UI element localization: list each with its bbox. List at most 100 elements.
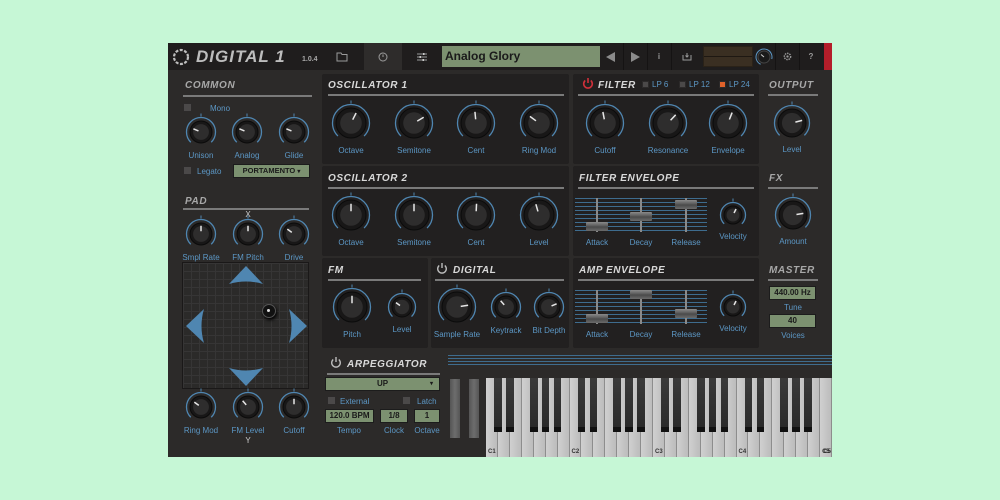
black-key[interactable] bbox=[744, 378, 753, 432]
history-button[interactable] bbox=[364, 43, 402, 70]
digital-power-icon[interactable] bbox=[436, 262, 448, 274]
black-key[interactable] bbox=[661, 378, 669, 432]
filter-mode-lp-24-checkbox[interactable] bbox=[719, 81, 726, 88]
amp-env-attack-slider[interactable] bbox=[586, 314, 608, 324]
pad-ring-mod-knob[interactable] bbox=[185, 388, 217, 423]
glide-mode-dropdown[interactable]: PORTAMENTO ▾ bbox=[233, 164, 310, 178]
osc2-cent-knob[interactable] bbox=[456, 192, 496, 235]
pad-drive-knob[interactable] bbox=[278, 215, 310, 250]
save-button[interactable] bbox=[672, 43, 702, 70]
info-button[interactable]: i bbox=[648, 43, 670, 70]
black-key[interactable] bbox=[553, 378, 562, 432]
output-level-knob[interactable] bbox=[773, 101, 811, 142]
osc1-octave-knob[interactable] bbox=[331, 100, 371, 143]
filter-env-velocity-knob[interactable] bbox=[719, 198, 747, 229]
filter-mode-lp-12-checkbox[interactable] bbox=[679, 81, 686, 88]
pitch-wheel[interactable] bbox=[450, 379, 460, 438]
black-key[interactable] bbox=[637, 378, 645, 432]
mono-label: Mono bbox=[210, 104, 231, 113]
digital-keytrack-knob[interactable] bbox=[490, 288, 522, 323]
close-tab[interactable] bbox=[824, 43, 832, 70]
filter-power-icon[interactable] bbox=[582, 77, 594, 89]
filter-envelope-knob[interactable] bbox=[708, 100, 748, 143]
black-key[interactable] bbox=[780, 378, 789, 432]
next-preset-button[interactable] bbox=[624, 43, 646, 70]
fm-pitch-knob[interactable] bbox=[332, 284, 372, 327]
filter-cutoff-knob[interactable] bbox=[585, 100, 625, 143]
osc1-semitone-knob[interactable] bbox=[394, 100, 434, 143]
amp-env-velocity-knob[interactable] bbox=[719, 290, 747, 321]
black-key[interactable] bbox=[494, 378, 502, 432]
mono-checkbox[interactable] bbox=[183, 103, 192, 112]
filter-env-release-slider[interactable] bbox=[675, 199, 697, 209]
amp-env-release-slider[interactable] bbox=[675, 308, 697, 318]
arp-power-icon[interactable] bbox=[330, 356, 342, 368]
filter-env-title: FILTER ENVELOPE bbox=[579, 173, 680, 184]
gear-button[interactable] bbox=[776, 43, 798, 70]
black-key[interactable] bbox=[625, 378, 633, 432]
external-checkbox[interactable] bbox=[327, 396, 336, 405]
fm-level-knob[interactable] bbox=[387, 289, 417, 322]
osc2-semitone-knob[interactable] bbox=[394, 192, 434, 235]
octave-field[interactable]: 1 bbox=[414, 409, 440, 423]
black-key[interactable] bbox=[529, 378, 538, 432]
fx-amount-knob[interactable] bbox=[774, 193, 812, 234]
amp-env-decay-label: Decay bbox=[629, 330, 653, 339]
osc1-ring-mod-knob[interactable] bbox=[519, 100, 559, 143]
digital-sample-rate-knob[interactable] bbox=[437, 284, 477, 327]
digital-bit-depth-knob[interactable] bbox=[533, 288, 565, 323]
black-key[interactable] bbox=[720, 378, 729, 432]
osc2-octave-knob[interactable] bbox=[331, 192, 371, 235]
latch-checkbox[interactable] bbox=[402, 396, 411, 405]
clock-field[interactable]: 1/8 bbox=[380, 409, 408, 423]
osc1-cent-knob[interactable] bbox=[456, 100, 496, 143]
common-analog-knob[interactable] bbox=[231, 113, 263, 148]
settings-sliders-button[interactable] bbox=[404, 43, 440, 70]
help-button[interactable]: ? bbox=[800, 43, 822, 70]
voices-field[interactable]: 40 bbox=[769, 314, 816, 328]
filter-divider bbox=[578, 94, 754, 96]
amp-env-attack-label: Attack bbox=[585, 330, 609, 339]
filter-resonance-knob[interactable] bbox=[648, 100, 688, 143]
black-key[interactable] bbox=[696, 378, 705, 432]
black-key[interactable] bbox=[756, 378, 765, 432]
prev-preset-button[interactable] bbox=[600, 43, 622, 70]
common-unison-knob[interactable] bbox=[185, 113, 217, 148]
xy-pad[interactable] bbox=[182, 262, 309, 389]
filter-env-attack-slider[interactable] bbox=[586, 222, 608, 232]
black-key[interactable] bbox=[577, 378, 586, 432]
osc1-divider bbox=[328, 94, 564, 96]
pad-smpl-rate-knob[interactable] bbox=[185, 215, 217, 250]
mod-wheel[interactable] bbox=[469, 379, 479, 438]
black-key[interactable] bbox=[708, 378, 717, 432]
white-key[interactable]: C5 bbox=[820, 378, 832, 457]
tempo-field[interactable]: 120.0 BPM bbox=[325, 409, 374, 423]
arrow-down-icon bbox=[229, 368, 263, 386]
black-key[interactable] bbox=[792, 378, 800, 432]
clock-label: Clock bbox=[383, 426, 405, 435]
black-key[interactable] bbox=[613, 378, 622, 432]
filter-mode-lp-6-checkbox[interactable] bbox=[642, 81, 649, 88]
black-key[interactable] bbox=[541, 378, 550, 432]
black-key[interactable] bbox=[506, 378, 514, 432]
common-glide-knob[interactable] bbox=[278, 113, 310, 148]
pad-cutoff-knob[interactable] bbox=[278, 388, 310, 423]
black-key[interactable] bbox=[589, 378, 598, 432]
browse-button[interactable] bbox=[324, 43, 360, 70]
preset-name-display[interactable]: Analog Glory bbox=[442, 46, 600, 67]
black-key[interactable] bbox=[804, 378, 812, 432]
amp-env-title: AMP ENVELOPE bbox=[579, 265, 666, 276]
arp-mode-dropdown[interactable]: UP ▾ bbox=[325, 377, 440, 391]
pad-fm-pitch-knob[interactable] bbox=[232, 215, 264, 250]
piano-keyboard[interactable]: C1 C2 C3 C4 C5 C5 bbox=[486, 378, 832, 457]
master-volume-knob[interactable] bbox=[754, 43, 774, 70]
tune-field[interactable]: 440.00 Hz bbox=[769, 286, 816, 300]
amp-env-decay-slider[interactable] bbox=[630, 289, 652, 299]
chevron-down-icon: ▾ bbox=[297, 169, 301, 175]
triangle-left-icon bbox=[606, 51, 615, 62]
filter-env-decay-slider[interactable] bbox=[630, 212, 652, 222]
legato-checkbox[interactable] bbox=[183, 166, 192, 175]
pad-fm-level-knob[interactable] bbox=[232, 388, 264, 423]
black-key[interactable] bbox=[673, 378, 681, 432]
osc2-level-knob[interactable] bbox=[519, 192, 559, 235]
